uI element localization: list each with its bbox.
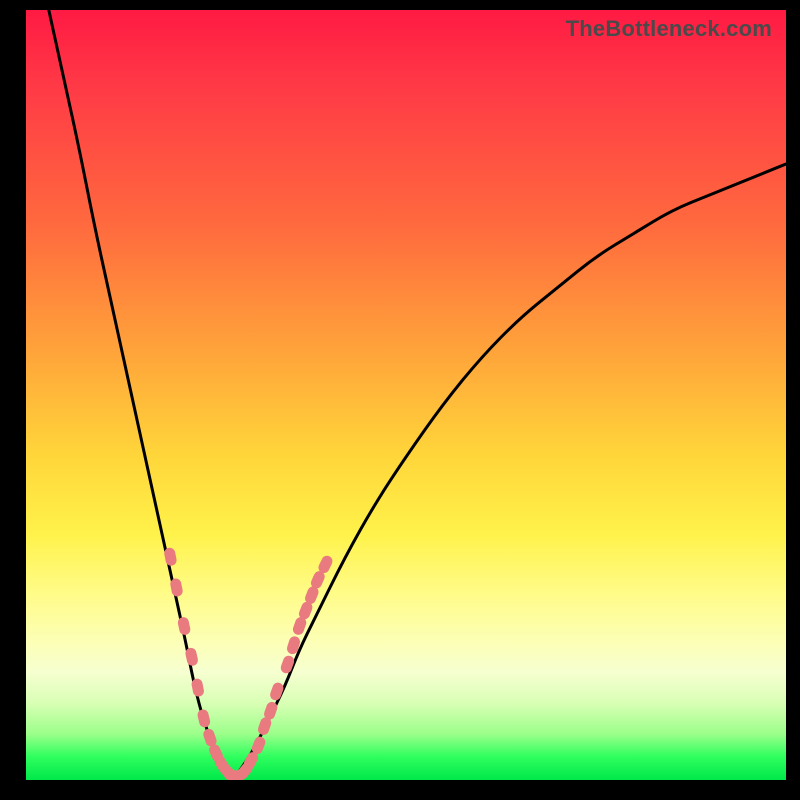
scatter-marker xyxy=(177,616,192,636)
right-branch-curve xyxy=(231,164,786,780)
plot-area: TheBottleneck.com xyxy=(26,10,786,780)
chart-frame: TheBottleneck.com xyxy=(0,0,800,800)
left-branch-curve xyxy=(49,10,231,780)
chart-svg xyxy=(26,10,786,780)
scatter-marker xyxy=(196,708,211,728)
scatter-markers xyxy=(163,547,334,780)
scatter-marker xyxy=(269,681,285,702)
scatter-marker xyxy=(279,654,295,675)
